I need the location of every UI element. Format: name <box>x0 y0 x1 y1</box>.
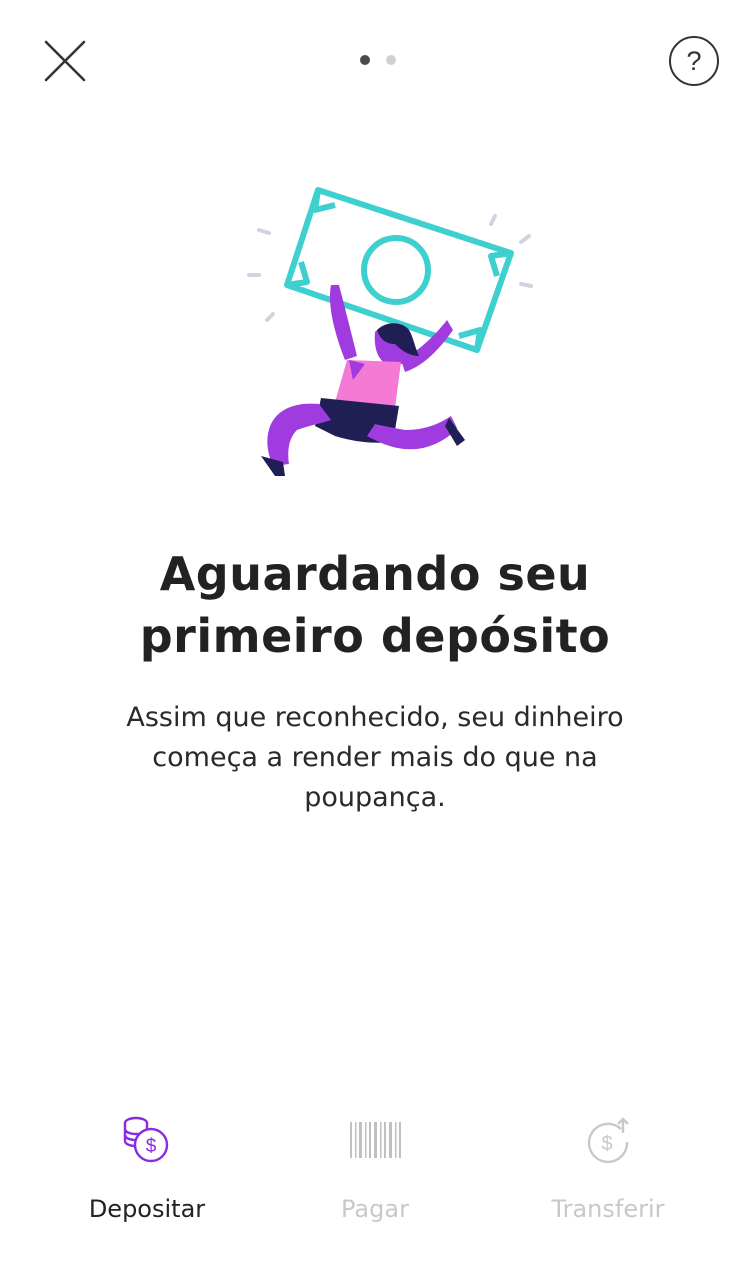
dollar-arrow-icon: $ <box>580 1110 636 1170</box>
svg-text:$: $ <box>146 1136 157 1157</box>
person-carrying-money-illustration <box>247 187 533 476</box>
help-button[interactable]: ? <box>669 36 719 86</box>
nav-item-transferir[interactable]: $ Transferir <box>508 1110 708 1224</box>
nav-label-transferir: Transferir <box>551 1195 665 1223</box>
close-button[interactable] <box>34 30 96 92</box>
close-icon <box>44 40 86 82</box>
page-dot <box>386 55 396 65</box>
title-line-1: Aguardando seu <box>159 547 591 601</box>
page-title: Aguardando seu primeiro depósito <box>0 543 750 667</box>
barcode-icon <box>347 1110 403 1170</box>
help-icon: ? <box>686 45 702 76</box>
nav-item-pagar[interactable]: Pagar <box>275 1110 475 1224</box>
coins-dollar-icon: $ <box>119 1110 175 1170</box>
bottom-action-bar: $ Depositar Pagar $ Transferir <box>0 1110 750 1260</box>
svg-text:$: $ <box>601 1133 612 1155</box>
nav-item-depositar[interactable]: $ Depositar <box>47 1110 247 1224</box>
page-subtitle: Assim que reconhecido, seu dinheiro come… <box>126 702 624 813</box>
title-line-2: primeiro depósito <box>139 609 611 663</box>
page-dot-active <box>360 55 370 65</box>
nav-label-pagar: Pagar <box>341 1195 409 1223</box>
page-indicator <box>360 55 396 65</box>
deposit-waiting-screen: ? Aguardando seu primeiro depósito Assim… <box>0 0 750 1288</box>
nav-label-depositar: Depositar <box>88 1195 206 1223</box>
